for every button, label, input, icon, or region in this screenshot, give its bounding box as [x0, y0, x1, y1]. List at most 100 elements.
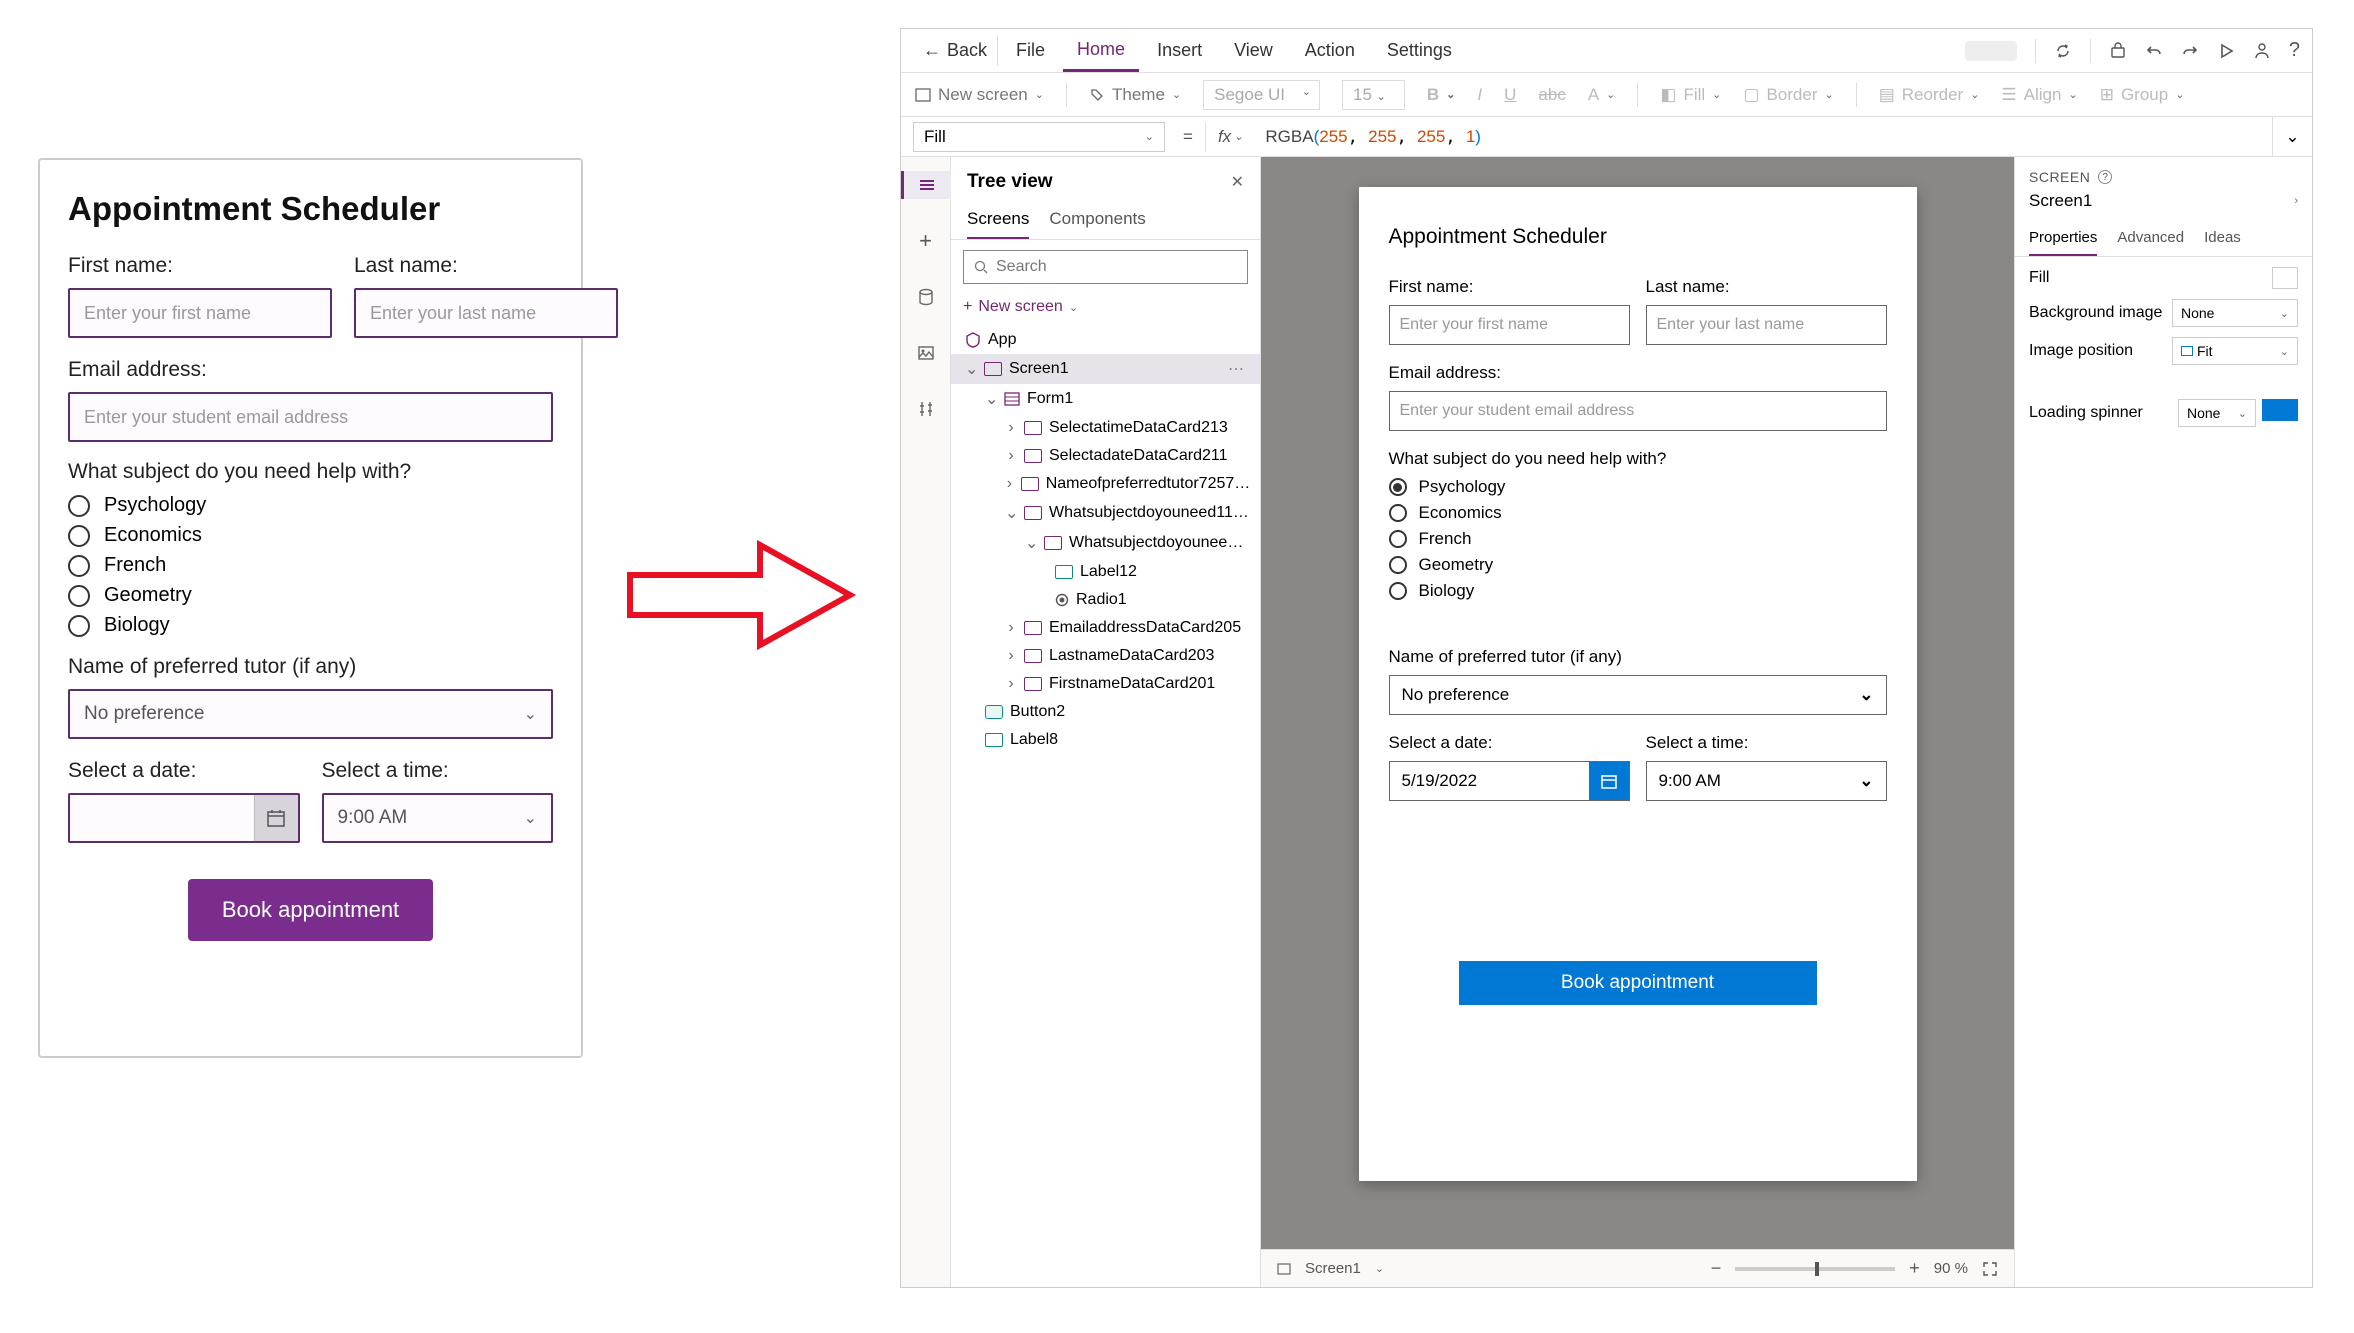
new-screen-button[interactable]: +New screen⌄ [963, 298, 1248, 316]
fit-to-window-button[interactable] [1982, 1261, 1998, 1277]
calendar-icon[interactable] [1589, 762, 1629, 800]
canvas-stage[interactable]: Appointment Scheduler First name: Last n… [1261, 157, 2014, 1249]
email-input[interactable] [68, 392, 553, 442]
radio-option[interactable]: French [1389, 529, 1887, 549]
tools-icon[interactable] [912, 395, 940, 423]
font-size-select[interactable]: 15 ⌄ [1342, 80, 1405, 110]
zoom-slider[interactable] [1735, 1267, 1895, 1271]
chevron-right-icon[interactable]: › [2294, 195, 2298, 207]
undo-icon[interactable] [2145, 42, 2163, 60]
fill-color-picker[interactable] [2272, 267, 2298, 289]
book-appointment-button[interactable]: Book appointment [188, 879, 433, 941]
radio-option[interactable]: Economics [1389, 503, 1887, 523]
app-screen[interactable]: Appointment Scheduler First name: Last n… [1359, 187, 1917, 1181]
tree-node[interactable]: ›SelectatimeDataCard213 [951, 414, 1260, 442]
last-name-input[interactable] [354, 288, 618, 338]
strikethrough-button[interactable]: abc [1538, 85, 1565, 105]
spinner-select[interactable]: None⌄ [2178, 399, 2256, 427]
align-button[interactable]: ☰Align⌄ [2001, 85, 2077, 105]
tree-node[interactable]: ›EmailaddressDataCard205 [951, 614, 1260, 642]
tab-properties[interactable]: Properties [2029, 221, 2097, 256]
zoom-out-button[interactable]: − [1711, 1258, 1722, 1279]
share-icon[interactable] [2054, 42, 2072, 60]
first-name-input[interactable] [68, 288, 332, 338]
publish-icon[interactable] [2253, 42, 2271, 60]
back-button[interactable]: ←Back [913, 36, 998, 66]
formula-input[interactable]: RGBA(255, 255, 255, 1) [1255, 127, 2272, 147]
radio-option[interactable]: Geometry [1389, 555, 1887, 575]
reorder-button[interactable]: ▤Reorder⌄ [1879, 85, 1980, 105]
bgimage-select[interactable]: None⌄ [2172, 299, 2298, 327]
imgpos-select[interactable]: Fit⌄ [2172, 337, 2298, 365]
bold-button[interactable]: B ⌄ [1427, 85, 1456, 105]
tutor-select[interactable]: No preference ⌄ [68, 689, 553, 739]
media-icon[interactable] [912, 339, 940, 367]
tree-node[interactable]: ›LastnameDataCard203 [951, 642, 1260, 670]
first-name-input[interactable] [1389, 305, 1630, 345]
book-appointment-button[interactable]: Book appointment [1459, 961, 1817, 1005]
zoom-in-button[interactable]: + [1909, 1258, 1920, 1279]
time-select[interactable]: 9:00 AM ⌄ [322, 793, 554, 843]
tab-screens[interactable]: Screens [967, 201, 1029, 239]
spinner-color-picker[interactable] [2262, 399, 2298, 421]
fx-label[interactable]: fx⌄ [1205, 122, 1255, 152]
menu-action[interactable]: Action [1291, 29, 1369, 72]
date-picker[interactable]: 5/19/2022 [1389, 761, 1630, 801]
redo-icon[interactable] [2181, 42, 2199, 60]
checker-icon[interactable] [2109, 42, 2127, 60]
tree-search-input[interactable]: Search [963, 250, 1248, 284]
tab-components[interactable]: Components [1049, 201, 1145, 239]
theme-button[interactable]: Theme⌄ [1089, 85, 1181, 105]
tree-node[interactable]: ›SelectadateDataCard211 [951, 442, 1260, 470]
footer-screen-name[interactable]: Screen1 [1305, 1260, 1361, 1277]
underline-button[interactable]: U [1504, 85, 1516, 105]
tab-advanced[interactable]: Advanced [2117, 221, 2184, 256]
info-icon[interactable]: ? [2098, 170, 2112, 184]
help-icon[interactable]: ? [2289, 39, 2300, 62]
tree-node[interactable]: ›Nameofpreferredtutor7257DataCard209 [951, 470, 1260, 498]
tree-node[interactable]: Button2 [951, 698, 1260, 726]
close-icon[interactable]: ✕ [1231, 172, 1244, 192]
tree-view-icon[interactable] [901, 171, 951, 199]
radio-option[interactable]: Psychology [1389, 477, 1887, 497]
radio-option[interactable]: Psychology [68, 494, 553, 517]
play-icon[interactable] [2217, 42, 2235, 60]
group-button[interactable]: ⊞Group⌄ [2100, 85, 2185, 105]
tree-node[interactable]: Radio1 [951, 586, 1260, 614]
tree-node[interactable]: ⌄Whatsubjectdoyouneed1124Vertical [951, 528, 1260, 558]
radio-option[interactable]: Biology [1389, 581, 1887, 601]
calendar-icon[interactable] [254, 795, 298, 841]
new-screen-button[interactable]: New screen⌄ [915, 85, 1044, 105]
font-select[interactable]: Segoe UI⌄ [1203, 80, 1320, 110]
email-input[interactable] [1389, 391, 1887, 431]
menu-insert[interactable]: Insert [1143, 29, 1216, 72]
italic-button[interactable]: I [1477, 85, 1482, 105]
more-icon[interactable]: ⋯ [1228, 359, 1252, 379]
menu-home[interactable]: Home [1063, 29, 1139, 72]
tutor-select[interactable]: No preference ⌄ [1389, 675, 1887, 715]
date-picker[interactable] [68, 793, 300, 843]
insert-icon[interactable]: + [912, 227, 940, 255]
radio-option[interactable]: Economics [68, 524, 553, 547]
time-select[interactable]: 9:00 AM ⌄ [1646, 761, 1887, 801]
expand-formula-button[interactable]: ⌄ [2272, 117, 2312, 156]
property-select[interactable]: Fill⌄ [913, 122, 1165, 152]
fill-button[interactable]: ◧Fill⌄ [1660, 85, 1721, 105]
tree-node[interactable]: Label12 [951, 558, 1260, 586]
user-badge[interactable] [1965, 41, 2017, 61]
last-name-input[interactable] [1646, 305, 1887, 345]
border-button[interactable]: ▢Border⌄ [1743, 85, 1833, 105]
data-icon[interactable] [912, 283, 940, 311]
tree-node[interactable]: ›FirstnameDataCard201 [951, 670, 1260, 698]
tab-ideas[interactable]: Ideas [2204, 221, 2241, 256]
menu-file[interactable]: File [1002, 29, 1059, 72]
radio-option[interactable]: Geometry [68, 584, 553, 607]
tree-node-app[interactable]: App [951, 326, 1260, 354]
menu-settings[interactable]: Settings [1373, 29, 1466, 72]
tree-node-screen1[interactable]: ⌄Screen1⋯ [951, 354, 1260, 384]
radio-option[interactable]: French [68, 554, 553, 577]
tree-node[interactable]: ⌄Whatsubjectdoyouneed1124DataCard207 [951, 498, 1260, 528]
tree-node-form1[interactable]: ⌄Form1 [951, 384, 1260, 414]
font-color-button[interactable]: A ⌄ [1588, 85, 1616, 105]
menu-view[interactable]: View [1220, 29, 1287, 72]
